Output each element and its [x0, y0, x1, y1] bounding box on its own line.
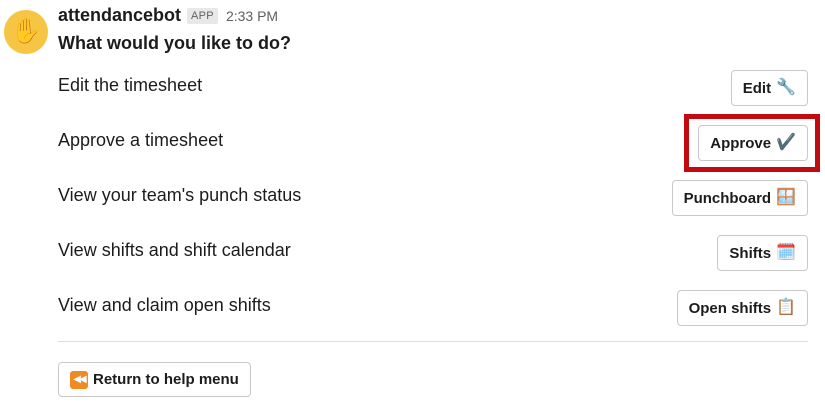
message-header: attendancebot APP 2:33 PM — [58, 5, 278, 26]
raised-hand-icon: ✋ — [11, 18, 41, 45]
message-timestamp[interactable]: 2:33 PM — [226, 8, 278, 24]
shifts-button-label: Shifts — [729, 244, 772, 262]
option-label-shifts: View shifts and shift calendar — [58, 240, 291, 260]
divider — [58, 341, 808, 342]
edit-button[interactable]: Edit 🔧 — [730, 70, 808, 106]
punchboard-button[interactable]: Punchboard 🪟 — [671, 180, 808, 216]
option-label-approve: Approve a timesheet — [58, 130, 224, 150]
option-label-edit: Edit the timesheet — [58, 75, 203, 95]
wrench-icon: 🔧 — [776, 79, 796, 96]
clipboard-icon: 📋 — [776, 299, 796, 316]
option-label-open-shifts: View and claim open shifts — [58, 295, 271, 315]
option-label-punchboard: View your team's punch status — [58, 185, 302, 205]
calendar-icon: 🗓️ — [776, 244, 796, 261]
prompt-question: What would you like to do? — [58, 33, 291, 53]
return-to-help-label: Return to help menu — [93, 371, 239, 388]
return-to-help-button[interactable]: ◀◀ Return to help menu — [58, 362, 251, 397]
rewind-icon: ◀◀ — [70, 370, 88, 389]
app-badge: APP — [187, 8, 218, 24]
highlight-box — [684, 114, 820, 172]
shifts-button[interactable]: Shifts 🗓️ — [717, 235, 808, 271]
edit-button-label: Edit — [742, 79, 772, 97]
bot-message: ✋ attendancebot APP 2:33 PM What would y… — [0, 0, 825, 409]
open-shifts-button[interactable]: Open shifts 📋 — [676, 290, 808, 326]
punchboard-button-label: Punchboard — [683, 189, 772, 207]
open-shifts-button-label: Open shifts — [688, 299, 772, 317]
window-icon: 🪟 — [776, 189, 796, 206]
bot-avatar[interactable]: ✋ — [4, 10, 48, 54]
sender-name[interactable]: attendancebot — [58, 5, 181, 26]
